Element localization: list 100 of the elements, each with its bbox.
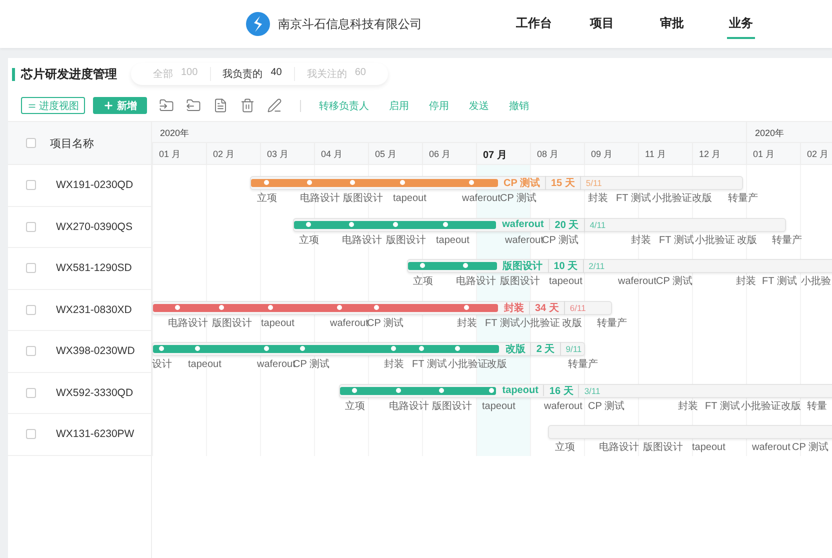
milestone-label: 版图设计 xyxy=(432,400,472,412)
current-phase: 版图设计 xyxy=(502,259,549,273)
filter-tab[interactable]: 全部 100 xyxy=(141,67,210,81)
progress-view-button[interactable]: 进度视图 xyxy=(21,97,85,114)
row-checkbox[interactable] xyxy=(26,346,36,356)
milestone-label: 封装 xyxy=(457,318,477,328)
milestone-label: 封装 xyxy=(384,359,404,370)
milestone-label: 小批验证 xyxy=(520,318,560,328)
milestone-label: 封装 xyxy=(678,400,698,412)
row-checkbox[interactable] xyxy=(26,180,36,190)
nav-tab[interactable]: 业务 xyxy=(704,0,778,48)
toolbar-link[interactable]: 撤销 xyxy=(509,98,529,112)
column-header: 项目名称 xyxy=(50,136,94,150)
milestone-label: 版图设计 xyxy=(343,193,383,204)
project-name: WX231-0830XD xyxy=(56,304,132,316)
row-checkbox[interactable] xyxy=(26,263,36,274)
nav-tab[interactable]: 项目 xyxy=(564,0,640,48)
milestone-label: 立项 xyxy=(345,400,365,412)
project-name: WX398-0230WD xyxy=(56,345,135,358)
milestone-label: FT 测试 xyxy=(485,318,520,328)
milestone-label: tapeout xyxy=(482,400,516,412)
folder-import-icon[interactable] xyxy=(159,98,174,113)
milestone-label: waferout xyxy=(505,234,544,246)
milestone-label: tapeout xyxy=(436,234,470,246)
toolbar-link[interactable]: 转移负责人 xyxy=(319,98,369,112)
plus-icon xyxy=(103,100,114,111)
duration-label: 10 天 xyxy=(548,259,584,273)
month-label: 04 月 xyxy=(314,143,368,165)
toolbar-link[interactable]: 启用 xyxy=(389,98,409,112)
month-label: 08 月 xyxy=(530,143,584,165)
milestone-label: 转量产 xyxy=(728,193,758,204)
delete-icon[interactable] xyxy=(240,98,255,113)
current-phase: waferout xyxy=(502,219,550,230)
milestone-label: CP 测试 xyxy=(588,400,624,412)
row-checkbox[interactable] xyxy=(26,304,36,315)
nav-tab[interactable]: 工作台 xyxy=(504,0,564,48)
milestone-label: 改版 xyxy=(487,359,507,370)
current-phase: 改版 xyxy=(505,342,532,356)
month-label: 02 月 xyxy=(800,143,832,165)
row-checkbox[interactable] xyxy=(26,222,36,232)
folder-export-icon[interactable] xyxy=(186,98,201,113)
milestone-label: 版图设计 xyxy=(643,442,683,453)
milestone-label: 版图设计 xyxy=(212,318,252,328)
milestone-label: tapeout xyxy=(393,193,426,204)
month-label: 11 月 xyxy=(638,143,692,165)
milestone-label: 转量产 xyxy=(772,234,802,246)
milestone-label: 版图设计 xyxy=(386,234,426,246)
milestone-label: FT 测试 xyxy=(705,400,740,412)
milestone-label: 改版 xyxy=(562,318,582,328)
year-label: 2020年 xyxy=(152,122,746,143)
page-title: 芯片研发进度管理 xyxy=(12,68,117,80)
milestone-label: 版图设计 xyxy=(500,276,540,287)
milestone-label: 转量产 xyxy=(597,318,627,328)
milestone-label: 设计 xyxy=(152,359,172,370)
milestone-label: 电路设计 xyxy=(389,400,429,412)
project-name: WX131-6230PW xyxy=(56,428,134,440)
milestone-label: 电路设计 xyxy=(456,276,496,287)
milestone-label: 封装 xyxy=(736,276,756,287)
milestone-label: waferout xyxy=(257,359,296,370)
month-label: 03 月 xyxy=(260,143,314,165)
milestone-label: tapeout xyxy=(188,359,222,370)
milestone-label: waferout xyxy=(462,193,500,204)
milestone-label: 立项 xyxy=(257,193,277,204)
month-label: 06 月 xyxy=(422,143,476,165)
toolbar-link[interactable]: 发送 xyxy=(469,98,489,112)
month-label: 02 月 xyxy=(206,143,260,165)
milestone-label: 转量 xyxy=(807,400,827,412)
milestone-label: FT 测试 xyxy=(659,234,694,246)
filter-tab[interactable]: 我负责的 40 xyxy=(210,67,294,81)
milestone-label: CP 测试 xyxy=(542,234,578,246)
document-icon[interactable] xyxy=(213,98,228,113)
duration-label: 16 天 xyxy=(544,384,580,398)
milestone-label: waferout xyxy=(544,400,582,412)
milestone-label: CP 测试 xyxy=(792,442,828,453)
milestone-label: FT 测试 xyxy=(762,276,797,287)
edit-icon[interactable] xyxy=(267,98,282,113)
milestone-label: tapeout xyxy=(261,318,294,328)
milestone-label: 封装 xyxy=(588,193,608,204)
milestone-label: FT 测试 xyxy=(412,359,447,370)
milestone-label: 立项 xyxy=(555,442,575,453)
project-name: WX270-0390QS xyxy=(56,220,132,233)
progress-count: 6/11 xyxy=(568,302,586,312)
milestone-label: 封装 xyxy=(631,234,651,246)
row-checkbox[interactable] xyxy=(26,429,36,440)
month-label: 05 月 xyxy=(368,143,422,165)
add-button[interactable]: 新增 xyxy=(93,97,147,114)
milestone-label: 小批验证 xyxy=(652,193,692,204)
milestone-label: CP 测试 xyxy=(500,193,536,204)
select-all-checkbox[interactable] xyxy=(26,138,36,148)
filter-tab[interactable]: 我关注的 60 xyxy=(294,67,378,81)
row-checkbox[interactable] xyxy=(26,388,36,398)
project-name: WX581-1290SD xyxy=(56,262,132,274)
milestone-label: waferout xyxy=(618,276,656,287)
company-logo-icon xyxy=(246,12,270,36)
milestone-label: 改版 xyxy=(737,234,757,246)
milestone-label: FT 测试 xyxy=(616,193,651,204)
current-phase: tapeout xyxy=(502,385,544,396)
nav-tab[interactable]: 审批 xyxy=(640,0,704,48)
toolbar-link[interactable]: 停用 xyxy=(429,98,449,112)
year-label: 2020年 xyxy=(746,122,832,143)
